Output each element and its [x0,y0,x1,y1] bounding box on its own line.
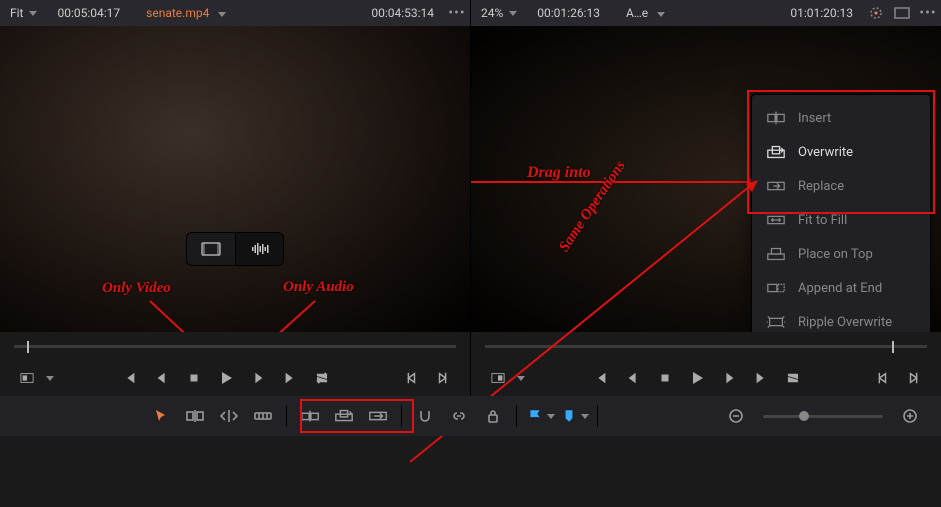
timeline-zoom-dropdown[interactable]: 24% [471,0,527,26]
zoom-out-button[interactable] [719,401,753,431]
timeline-more-icon[interactable]: ••• [915,0,941,26]
scrub-playhead-icon[interactable] [27,341,29,353]
timeline-in-timecode[interactable]: 00:01:26:13 [527,6,610,20]
timeline-zoom-label: 24% [481,6,503,20]
mark-out-button[interactable] [430,365,456,391]
chevron-down-icon [509,11,517,16]
only-video-handle[interactable] [187,233,235,265]
source-scrub-bar[interactable] [14,345,456,348]
first-frame-button[interactable] [588,365,614,391]
slider-thumb-icon[interactable] [799,411,809,421]
last-frame-button[interactable] [748,365,774,391]
replace-clip-button[interactable] [361,401,395,431]
marker-button[interactable] [557,401,591,431]
chevron-down-icon[interactable] [517,376,525,381]
match-frame-icon[interactable] [14,365,40,391]
append-at-end-icon [766,280,786,296]
only-audio-handle[interactable] [235,233,283,265]
stop-button[interactable] [652,365,678,391]
bypass-icon[interactable] [863,0,889,26]
single-viewer-icon[interactable] [889,0,915,26]
source-zoom-label: Fit [10,6,23,20]
chevron-down-icon [581,414,589,419]
insert-icon [766,110,786,126]
step-back-button[interactable] [620,365,646,391]
step-forward-button[interactable] [716,365,742,391]
chevron-down-icon [218,12,226,17]
source-zoom-dropdown[interactable]: Fit [0,0,47,26]
play-button[interactable] [684,365,710,391]
insert-clip-button[interactable] [293,401,327,431]
selection-tool-button[interactable] [144,401,178,431]
chevron-down-icon [29,11,37,16]
dynamic-trim-button[interactable] [212,401,246,431]
chevron-down-icon [657,12,665,17]
link-toggle-button[interactable] [442,401,476,431]
ctx-insert[interactable]: Insert [752,101,930,135]
snap-toggle-button[interactable] [408,401,442,431]
play-button[interactable] [213,365,239,391]
loop-button[interactable] [309,365,335,391]
source-duration-timecode[interactable]: 00:04:53:14 [361,6,444,20]
flag-button[interactable] [523,401,557,431]
position-lock-button[interactable] [476,401,510,431]
overwrite-icon [766,144,786,160]
source-more-icon[interactable]: ••• [444,0,470,26]
mark-in-button[interactable] [869,365,895,391]
source-viewer: Only Video Only Audio [0,26,471,396]
place-on-top-icon [766,246,786,262]
source-in-timecode[interactable]: 00:05:04:17 [47,6,130,20]
overwrite-clip-button[interactable] [327,401,361,431]
source-clip-name[interactable]: senate.mp4 [130,6,236,20]
timeline-toolbar [0,396,941,436]
ripple-overwrite-icon [766,314,786,330]
ctx-fit-to-fill[interactable]: Fit to Fill [752,203,930,237]
timeline-transport [471,360,941,396]
chevron-down-icon [547,414,555,419]
step-back-button[interactable] [149,365,175,391]
first-frame-button[interactable] [117,365,143,391]
replace-icon [766,178,786,194]
trim-tool-button[interactable] [178,401,212,431]
video-audio-drag-strip [186,232,284,266]
timeline-scrub-bar[interactable] [485,345,927,348]
ctx-ripple-overwrite[interactable]: Ripple Overwrite [752,305,930,332]
scrub-playhead-icon[interactable] [892,341,894,353]
video-thumbnail [0,26,470,332]
timeline-video-frame[interactable]: Drag into Same Operations Insert Overwri… [471,26,941,332]
timeline-name[interactable]: A…e [610,6,675,20]
source-video-frame[interactable]: Only Video Only Audio [0,26,470,332]
match-frame-icon[interactable] [485,365,511,391]
blade-tool-button[interactable] [246,401,280,431]
timeline-viewer: Drag into Same Operations Insert Overwri… [471,26,941,396]
zoom-slider[interactable] [763,415,883,418]
edit-overlay-menu: Insert Overwrite Replace Fit to Fill Pla… [751,94,931,332]
chevron-down-icon[interactable] [46,376,54,381]
ctx-overwrite[interactable]: Overwrite [752,135,930,169]
stop-button[interactable] [181,365,207,391]
fit-to-fill-icon [766,212,786,228]
mark-in-button[interactable] [398,365,424,391]
ctx-place-on-top[interactable]: Place on Top [752,237,930,271]
step-forward-button[interactable] [245,365,271,391]
last-frame-button[interactable] [277,365,303,391]
ctx-replace[interactable]: Replace [752,169,930,203]
mark-out-button[interactable] [901,365,927,391]
timeline-duration-timecode[interactable]: 01:01:20:13 [780,6,863,20]
source-transport [0,360,470,396]
zoom-in-button[interactable] [893,401,927,431]
ctx-append-at-end[interactable]: Append at End [752,271,930,305]
loop-button[interactable] [780,365,806,391]
